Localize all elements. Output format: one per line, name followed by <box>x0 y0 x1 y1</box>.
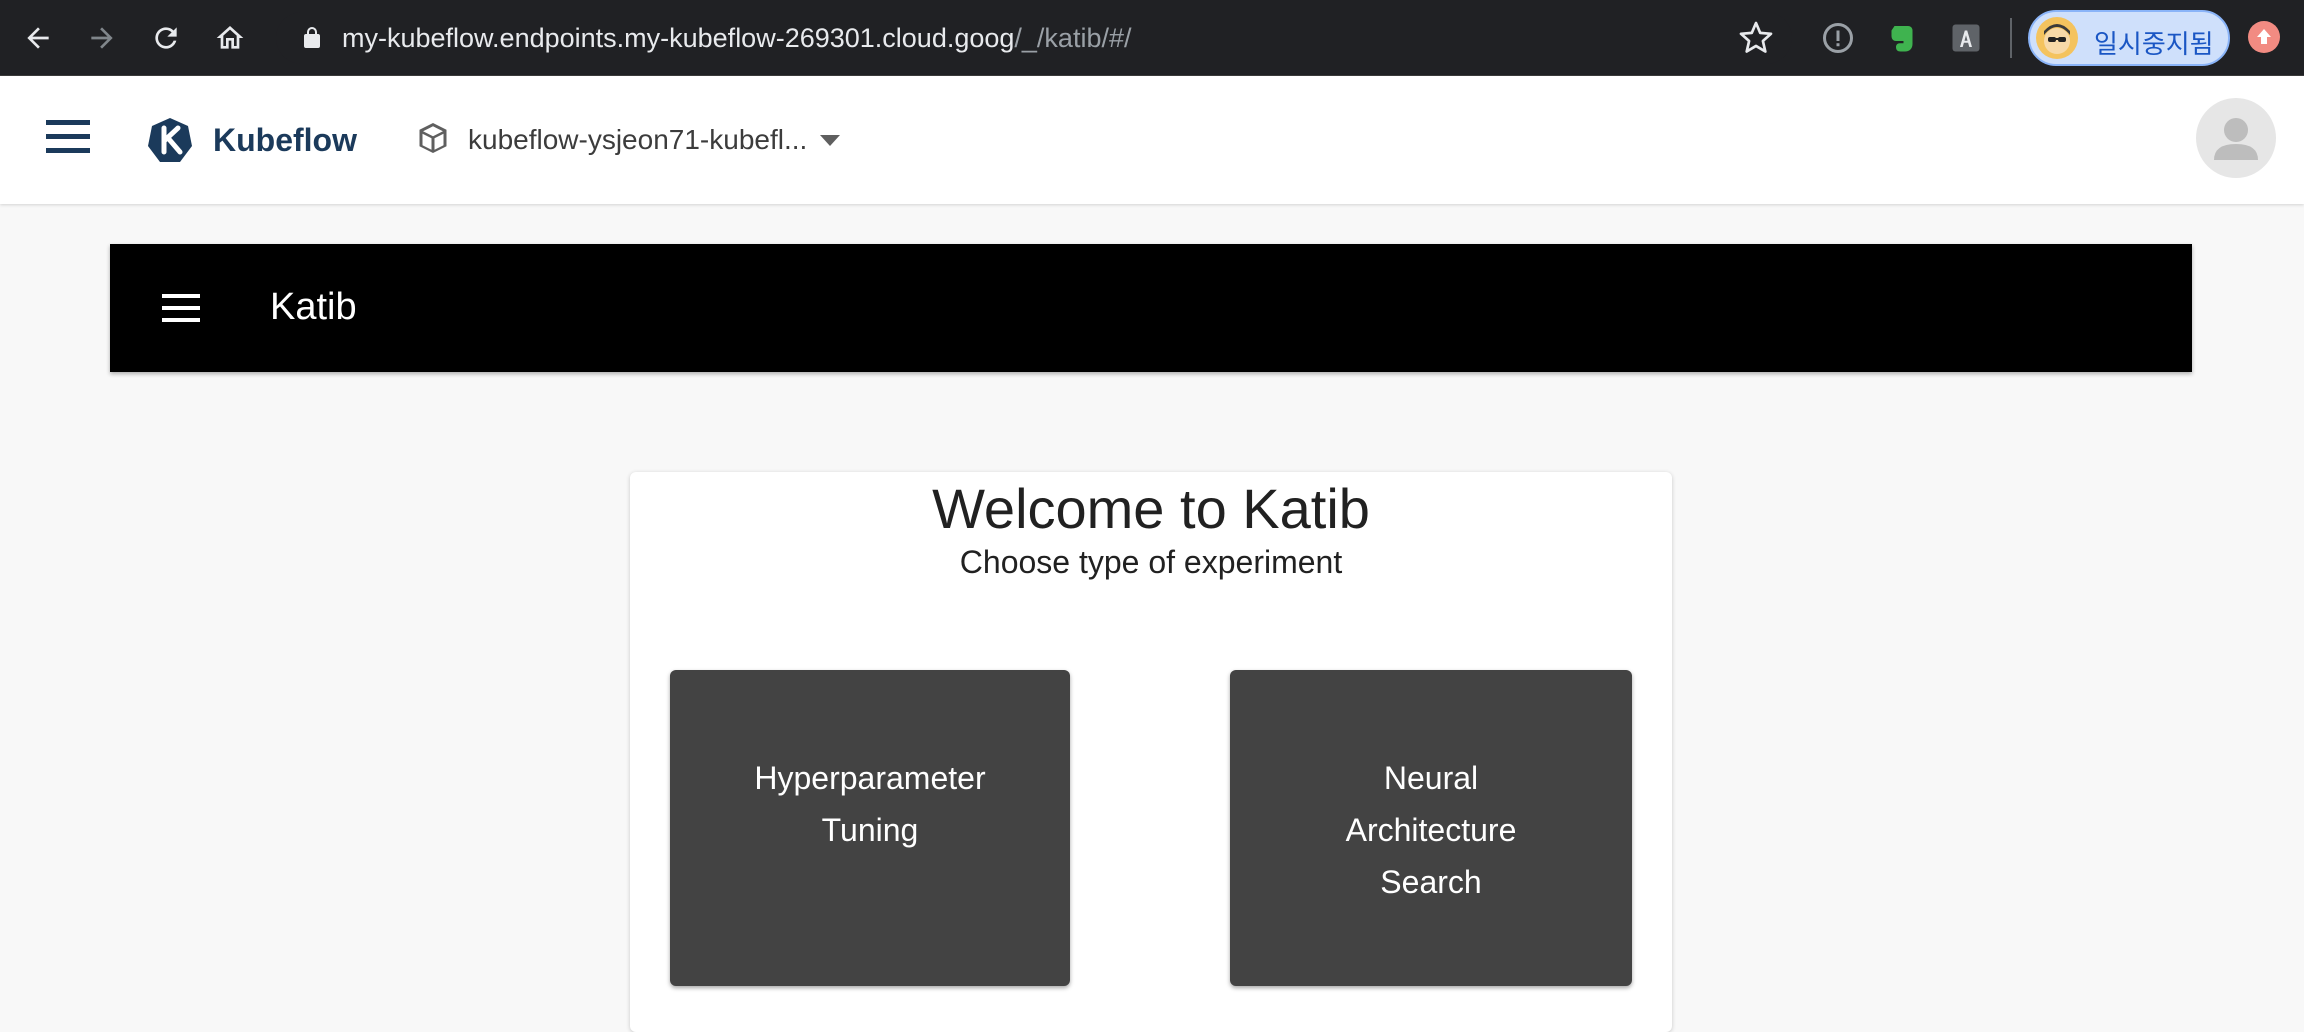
welcome-title: Welcome to Katib <box>932 477 1370 540</box>
profile-avatar <box>2036 17 2078 59</box>
kubeflow-logo-icon <box>148 118 192 162</box>
menu-line <box>46 120 90 125</box>
home-button[interactable] <box>208 16 252 60</box>
option-label-line: Neural <box>1383 760 1479 796</box>
kubeflow-header: Kubeflow kubeflow-ysjeon71-kubefl... <box>0 76 2304 204</box>
arrow-right-icon <box>91 27 113 49</box>
profile-status-label: 일시중지됨 <box>2094 30 2214 60</box>
katib-title: Katib <box>270 286 357 328</box>
option-label-line: Search <box>1380 864 1482 900</box>
url-path: /_/katib/#/ <box>1014 23 1132 53</box>
menu-line <box>46 148 90 153</box>
menu-line <box>46 134 90 139</box>
forward-button[interactable] <box>80 16 124 60</box>
menu-line <box>162 306 200 310</box>
address-bar[interactable]: my-kubeflow.endpoints.my-kubeflow-269301… <box>276 12 1792 64</box>
browser-toolbar: my-kubeflow.endpoints.my-kubeflow-269301… <box>0 0 2304 76</box>
chrome-update-button[interactable] <box>2248 21 2280 53</box>
main-menu-button[interactable] <box>46 118 92 158</box>
katib-toolbar: Katib <box>110 244 2192 372</box>
option-label-line: Tuning <box>821 812 919 848</box>
reload-icon <box>155 27 177 49</box>
avatar-icon <box>2044 24 2070 54</box>
info-extension-icon[interactable] <box>1820 20 1856 56</box>
lock-icon <box>304 27 320 48</box>
back-button[interactable] <box>16 16 60 60</box>
url-host: my-kubeflow.endpoints.my-kubeflow-269301… <box>342 23 1015 53</box>
menu-line <box>162 294 200 298</box>
namespace-cube-icon <box>419 123 447 153</box>
url-text: my-kubeflow.endpoints.my-kubeflow-269301… <box>342 24 1131 52</box>
arrow-up-icon <box>2257 29 2271 44</box>
toolbar-divider <box>2010 18 2012 58</box>
welcome-card: Welcome to Katib Choose type of experime… <box>630 472 1672 1032</box>
chevron-down-icon[interactable] <box>820 135 840 146</box>
reload-button[interactable] <box>144 16 188 60</box>
menu-line <box>162 318 200 322</box>
account-avatar[interactable] <box>2196 98 2276 178</box>
app-title: Kubeflow <box>213 122 357 158</box>
katib-menu-button[interactable] <box>162 294 200 322</box>
namespace-selector[interactable]: kubeflow-ysjeon71-kubefl... <box>468 124 807 156</box>
profile-button[interactable]: 일시중지됨 <box>2028 10 2230 66</box>
home-icon <box>216 26 244 49</box>
arrow-left-icon <box>27 27 49 49</box>
option-label-line: Architecture <box>1345 812 1517 848</box>
neural-architecture-search-button[interactable]: Neural Architecture Search <box>1230 670 1632 986</box>
welcome-subtitle: Choose type of experiment <box>959 544 1343 580</box>
bookmark-star-icon[interactable] <box>1738 20 1774 56</box>
account-icon <box>2214 118 2258 160</box>
option-label-line: Hyperparameter <box>754 760 986 796</box>
hyperparameter-tuning-button[interactable]: Hyperparameter Tuning <box>670 670 1070 986</box>
evernote-extension-icon[interactable] <box>1884 20 1920 56</box>
font-extension-icon[interactable] <box>1948 20 1984 56</box>
